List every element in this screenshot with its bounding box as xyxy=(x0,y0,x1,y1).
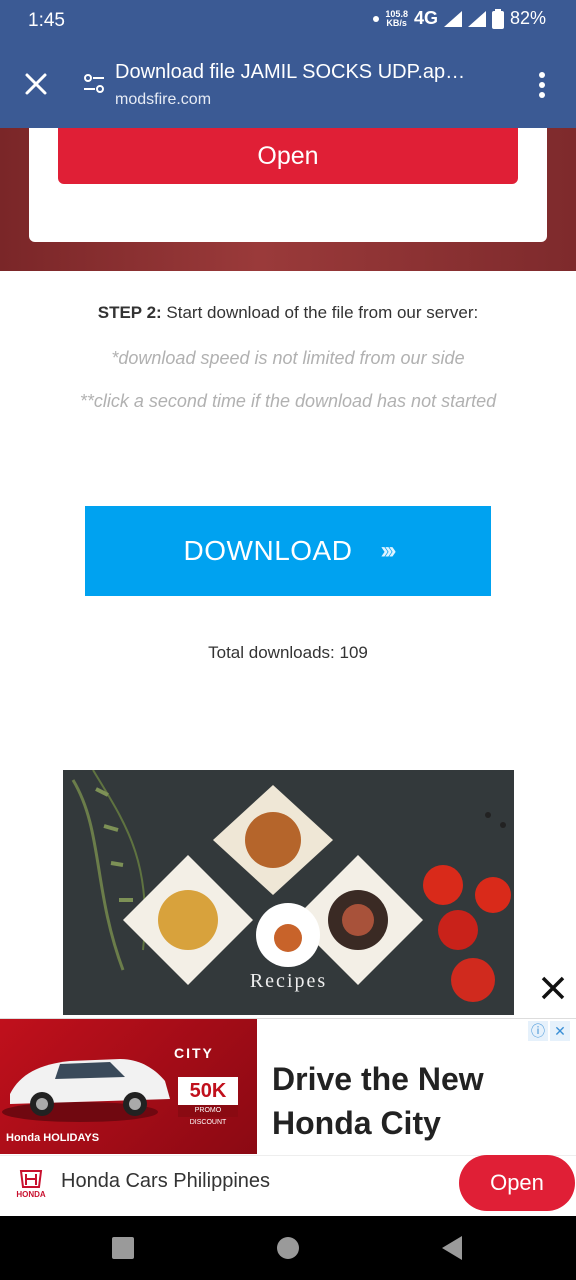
ad-headline[interactable]: Drive the New Honda City xyxy=(272,1057,512,1145)
circle-icon[interactable] xyxy=(277,1237,299,1259)
page-domain: modsfire.com xyxy=(115,91,212,108)
system-nav-bar xyxy=(0,1216,576,1280)
step-2-text: STEP 2: Start download of the file from … xyxy=(0,303,576,323)
download-label: DOWNLOAD xyxy=(183,535,353,566)
ad-dismiss-icon[interactable]: ✕ xyxy=(550,1021,570,1041)
recipes-caption: Recipes xyxy=(249,970,328,992)
page-title: Download file JAMIL SOCKS UDP.ap… xyxy=(115,61,466,83)
speed-note: *download speed is not limited from our … xyxy=(111,348,465,368)
status-time: 1:45 xyxy=(28,10,65,31)
more-vert-icon[interactable] xyxy=(530,70,554,100)
site-settings-icon[interactable] xyxy=(82,72,106,96)
download-button[interactable]: DOWNLOAD ››› xyxy=(85,506,491,596)
honda-wordmark: HONDA xyxy=(16,1190,46,1199)
battery-level: 82% xyxy=(509,8,546,28)
chevrons-right-icon: ››› xyxy=(380,537,396,564)
square-icon[interactable] xyxy=(112,1237,134,1259)
close-icon[interactable] xyxy=(22,70,50,98)
network-type: 4G xyxy=(413,8,438,28)
ad-banner[interactable]: CITY 50K PROMO DISCOUNT Honda HOLIDAYS ⓘ… xyxy=(0,1018,576,1217)
ad-choices[interactable]: ⓘ ✕ xyxy=(528,1021,570,1041)
ad-open-button[interactable]: Open xyxy=(459,1155,575,1211)
total-downloads: Total downloads: 109 xyxy=(208,643,368,662)
step-description: Start download of the file from our serv… xyxy=(161,303,479,322)
ad-promo-text: PROMO DISCOUNT xyxy=(178,1105,238,1126)
open-button[interactable]: Open xyxy=(58,128,518,184)
triangle-back-icon[interactable] xyxy=(440,1236,464,1260)
ad-50k-badge: 50K xyxy=(178,1077,238,1105)
net-speed-unit: KB/s xyxy=(386,17,407,28)
ad-holidays-text: Honda HOLIDAYS xyxy=(6,1132,100,1144)
honda-logo-icon: HONDA xyxy=(8,1169,54,1199)
dot-icon xyxy=(373,15,380,22)
signal-icon xyxy=(443,10,462,27)
retry-note: **click a second time if the download ha… xyxy=(79,391,497,411)
battery-icon xyxy=(491,8,504,29)
recipes-banner-image[interactable]: Recipes xyxy=(63,770,514,1015)
ad-close-icon[interactable] xyxy=(530,965,576,1011)
advertiser-name[interactable]: Honda Cars Philippines xyxy=(61,1170,270,1193)
info-icon[interactable]: ⓘ xyxy=(528,1021,548,1041)
net-speed: 105.8 KB/s xyxy=(385,9,408,28)
browser-top-bar: 1:45 105.8 KB/s 4G 82% Download file JAM… xyxy=(0,0,576,128)
step-label: STEP 2: xyxy=(97,303,162,322)
ad-image[interactable]: CITY 50K PROMO DISCOUNT Honda HOLIDAYS xyxy=(0,1019,257,1154)
ad-city-text: CITY xyxy=(174,1045,214,1061)
status-indicators: 105.8 KB/s 4G 82% xyxy=(373,8,546,29)
signal-icon-2 xyxy=(467,10,486,27)
